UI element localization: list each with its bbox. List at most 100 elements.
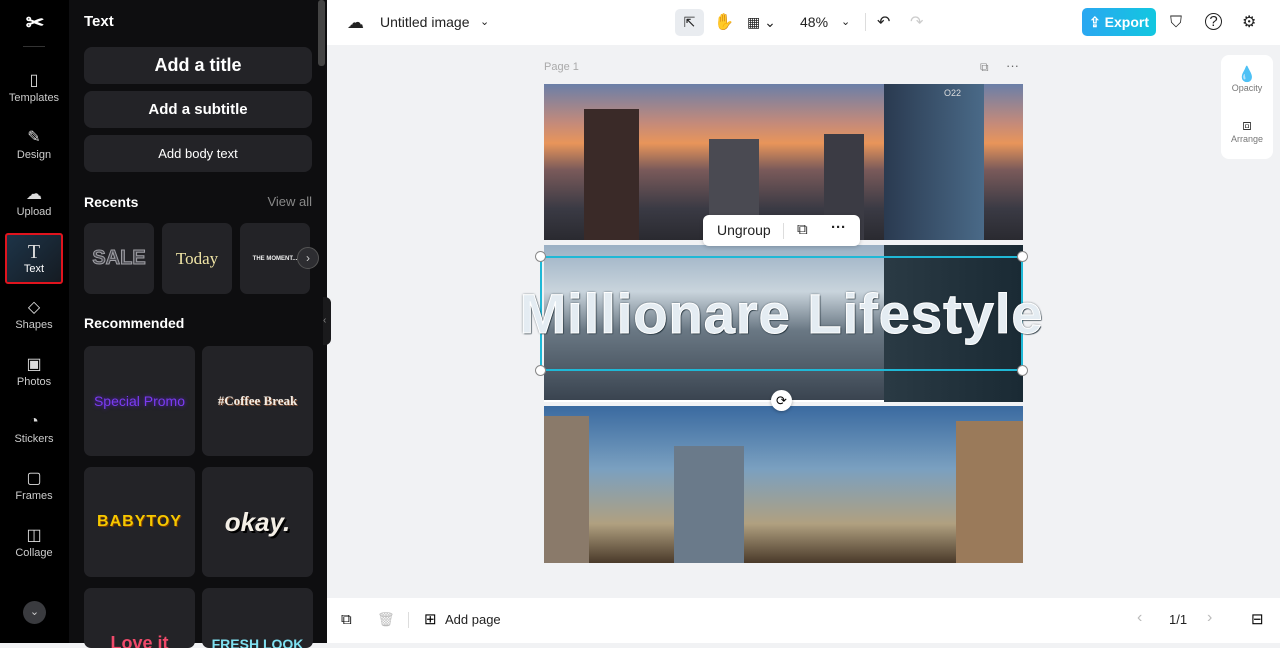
frames-icon: ▢ [26,470,42,487]
document-title[interactable]: Untitled image [380,9,470,36]
rail-item-design[interactable]: ✎ Design [5,127,63,177]
zoom-dropdown-chevron-icon[interactable]: ⌄ [841,9,850,36]
resize-handle[interactable] [1017,365,1028,376]
collapse-panel-handle[interactable]: ‹ [323,297,331,345]
rail-label: Text [23,263,45,275]
add-page-icon: ⊞ [424,611,437,628]
settings-icon[interactable]: ⚙ [1242,9,1256,36]
select-tool-button[interactable]: ⇱ [675,9,704,36]
prev-page-button[interactable]: ‹ [1137,609,1142,627]
arrange-label: Arrange [1230,134,1264,144]
view-all-link[interactable]: View all [267,194,312,209]
page-more-icon[interactable]: ··· [1006,58,1019,73]
shield-icon[interactable]: ⛉ [1170,9,1182,36]
rail-item-upload[interactable]: ☁ Upload [5,184,63,234]
add-page-button[interactable]: Add page [445,612,501,627]
add-body-text-button[interactable]: Add body text [84,135,312,172]
panel-title: Text [84,13,114,30]
rail-item-photos[interactable]: ▣ Photos [5,354,63,404]
canvas-image-bottom[interactable] [544,406,1023,563]
chevron-right-icon: › [306,251,310,265]
delete-icon[interactable]: 🗑 [377,611,395,628]
hand-tool-button[interactable]: ✋ [714,9,734,36]
recommended-item-label: #Coffee Break [217,393,298,408]
rail-item-stickers[interactable]: ◔ Stickers [5,411,63,461]
rail-item-shapes[interactable]: ◇ Shapes [5,297,63,347]
recent-item-today[interactable]: Today [162,223,232,294]
zoom-level[interactable]: 48% [800,9,828,36]
arrange-button[interactable]: ⧈ Arrange [1221,117,1273,144]
recommended-item[interactable]: #Coffee Break [202,346,313,456]
recommended-item[interactable]: Love it [84,588,195,648]
divider [408,612,409,628]
text-icon: T [27,241,41,263]
chevron-left-icon: ‹ [323,315,327,326]
panel-scrollbar[interactable] [318,0,325,66]
recent-item-sale[interactable]: SALE [84,223,154,294]
recommended-item-label: FRESH LOOK [211,636,304,648]
rail-label: Photos [16,376,52,388]
rail-label: Collage [15,547,53,559]
selected-text-group[interactable]: Millionare Lifestyle [519,256,1043,371]
building [544,416,589,563]
rail-label: Upload [16,206,52,218]
divider [865,13,866,31]
watermark: O22 [944,88,962,98]
layout-button[interactable]: ▦ ⌄ [747,9,776,36]
rail-item-templates[interactable]: ▯ Templates [5,70,63,120]
bottom-bar: ⧉ 🗑 ⊞ Add page ‹ 1/1 › ⊟ [327,598,1280,643]
ungroup-button[interactable]: Ungroup [717,222,771,238]
recents-next-button[interactable]: › [297,247,319,269]
add-duplicate-page-icon[interactable]: ⧉ [341,611,352,628]
resize-handle[interactable] [535,365,546,376]
collage-icon: ◫ [26,527,42,544]
duplicate-page-icon[interactable]: ⧉ [980,60,989,75]
rail-label: Stickers [14,433,54,445]
recommended-item-label: okay. [224,506,291,537]
recommended-item[interactable]: FRESH LOOK [202,588,313,648]
help-icon[interactable]: ? [1205,13,1222,30]
add-title-button[interactable]: Add a title [84,47,312,84]
resize-handle[interactable] [535,251,546,262]
redo-button[interactable]: ↷ [910,9,923,36]
opacity-label: Opacity [1231,83,1263,93]
rail-label: Templates [8,92,60,104]
page-count: 1/1 [1169,612,1188,627]
recommended-item-label: BABYTOY [97,513,182,530]
building [674,446,744,563]
rotate-handle[interactable]: ⟳ [771,390,792,411]
more-tools-button[interactable]: ⌄ [23,601,46,624]
add-subtitle-button[interactable]: Add a subtitle [84,91,312,128]
capcut-logo[interactable]: ✂ [22,10,48,35]
opacity-button[interactable]: 💧 Opacity [1221,65,1273,93]
rail-item-collage[interactable]: ◫ Collage [5,525,63,575]
chevron-down-icon: ⌄ [29,606,40,618]
resize-handle[interactable] [1017,251,1028,262]
templates-icon: ▯ [29,72,39,89]
stickers-icon: ◔ [29,413,39,430]
shapes-icon: ◇ [27,299,41,316]
recommended-item[interactable]: okay. [202,467,313,577]
canvas-text[interactable]: Millionare Lifestyle [519,281,1043,346]
export-button[interactable]: ⇪ Export [1082,8,1156,36]
next-page-button[interactable]: › [1207,609,1212,627]
droplet-icon: 💧 [1237,66,1257,83]
rail-item-frames[interactable]: ▢ Frames [5,468,63,518]
duplicate-icon[interactable]: ⧉ [797,221,808,238]
recent-item-label: THE MOMENT... [252,255,298,262]
recommended-item[interactable]: BABYTOY [84,467,195,577]
rail-item-text[interactable]: T Text [5,233,63,284]
recommended-item[interactable]: Special Promo [84,346,195,456]
cloud-save-icon[interactable]: ☁ [347,9,364,36]
page-manager-icon[interactable]: ⊟ [1251,610,1264,628]
page-label: Page 1 [544,61,579,73]
export-label: Export [1104,14,1149,30]
redo-icon: ↷ [910,14,924,31]
divider [783,223,784,239]
recents-heading: Recents [84,194,139,210]
building [956,421,1023,563]
undo-button[interactable]: ↶ [877,9,890,36]
chevron-down-icon[interactable]: ⌄ [480,9,489,36]
recommended-item-label: Love it [110,633,169,648]
more-icon[interactable]: ··· [831,219,846,236]
